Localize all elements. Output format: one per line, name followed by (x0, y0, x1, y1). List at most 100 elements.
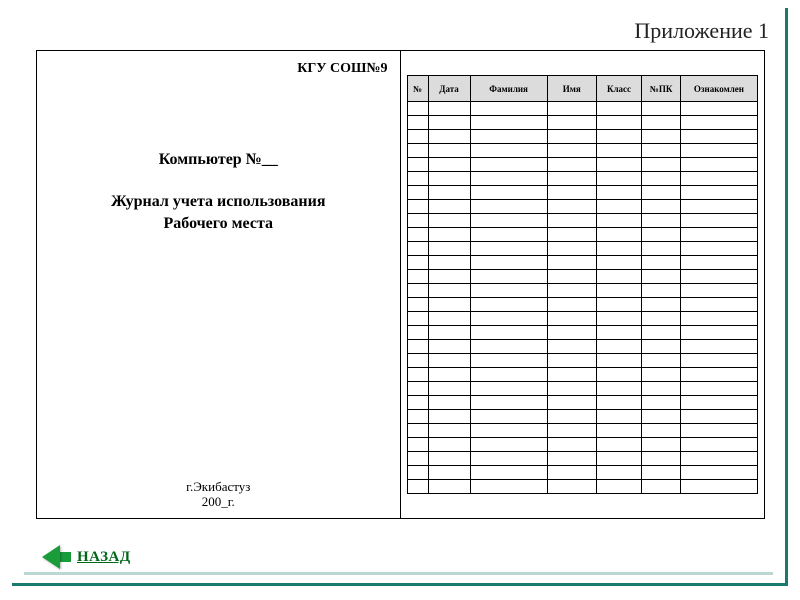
table-cell (642, 242, 681, 256)
table-cell (470, 410, 547, 424)
table-cell (470, 256, 547, 270)
table-cell (407, 270, 428, 284)
table-cell (596, 312, 642, 326)
table-cell (407, 284, 428, 298)
table-cell (407, 172, 428, 186)
table-cell (596, 298, 642, 312)
slide-frame: Приложение 1 КГУ СОШ№9 Компьютер №__ Жур… (12, 8, 788, 586)
table-cell (642, 130, 681, 144)
cover-title-block: Компьютер №__ Журнал учета использования… (37, 151, 400, 234)
table-cell (596, 256, 642, 270)
table-cell (680, 242, 757, 256)
table-cell (680, 312, 757, 326)
table-cell (596, 186, 642, 200)
table-cell (407, 298, 428, 312)
table-cell (680, 116, 757, 130)
table-cell (596, 368, 642, 382)
table-row (407, 424, 758, 438)
table-cell (428, 130, 470, 144)
table-cell (680, 410, 757, 424)
table-cell (642, 284, 681, 298)
table-cell (547, 158, 596, 172)
table-cell (680, 354, 757, 368)
table-cell (680, 256, 757, 270)
table-cell (642, 466, 681, 480)
table-cell (428, 270, 470, 284)
table-row (407, 284, 758, 298)
table-cell (642, 144, 681, 158)
table-cell (470, 270, 547, 284)
table-cell (596, 466, 642, 480)
table-cell (596, 172, 642, 186)
table-cell (642, 368, 681, 382)
table-cell (547, 340, 596, 354)
table-cell (642, 340, 681, 354)
table-cell (407, 130, 428, 144)
table-cell (680, 158, 757, 172)
table-cell (642, 256, 681, 270)
city-label: г.Экибастуз (37, 479, 400, 495)
table-cell (547, 396, 596, 410)
table-cell (547, 102, 596, 116)
table-cell (428, 186, 470, 200)
back-button[interactable]: НАЗАД (42, 545, 131, 569)
table-cell (680, 298, 757, 312)
table-cell (547, 130, 596, 144)
table-row (407, 242, 758, 256)
table-cell (547, 116, 596, 130)
table-cell (596, 340, 642, 354)
back-label: НАЗАД (77, 549, 131, 566)
table-cell (407, 354, 428, 368)
table-cell (680, 382, 757, 396)
table-cell (596, 214, 642, 228)
log-page: № Дата Фамилия Имя Класс №ПК Ознакомлен (401, 51, 765, 518)
table-row (407, 256, 758, 270)
table-row (407, 382, 758, 396)
table-cell (470, 424, 547, 438)
table-cell (407, 410, 428, 424)
table-cell (470, 116, 547, 130)
table-cell (428, 410, 470, 424)
table-cell (407, 312, 428, 326)
table-cell (428, 298, 470, 312)
table-cell (596, 354, 642, 368)
table-row (407, 354, 758, 368)
table-row (407, 200, 758, 214)
table-row (407, 410, 758, 424)
table-cell (470, 452, 547, 466)
table-cell (470, 368, 547, 382)
organization-name: КГУ СОШ№9 (47, 59, 390, 77)
table-cell (547, 368, 596, 382)
table-cell (680, 284, 757, 298)
table-row (407, 438, 758, 452)
table-cell (470, 326, 547, 340)
table-cell (642, 270, 681, 284)
table-row (407, 396, 758, 410)
table-row (407, 186, 758, 200)
table-row (407, 368, 758, 382)
header-date: Дата (428, 76, 470, 102)
table-cell (642, 424, 681, 438)
table-cell (547, 326, 596, 340)
table-cell (470, 130, 547, 144)
table-cell (596, 242, 642, 256)
table-cell (547, 172, 596, 186)
table-cell (547, 312, 596, 326)
table-cell (470, 340, 547, 354)
table-cell (428, 452, 470, 466)
table-cell (407, 326, 428, 340)
table-cell (596, 480, 642, 494)
table-row (407, 298, 758, 312)
table-cell (470, 158, 547, 172)
table-row (407, 480, 758, 494)
table-cell (428, 424, 470, 438)
table-cell (680, 340, 757, 354)
table-cell (470, 200, 547, 214)
log-table: № Дата Фамилия Имя Класс №ПК Ознакомлен (407, 75, 759, 494)
table-cell (428, 172, 470, 186)
table-cell (680, 228, 757, 242)
table-cell (547, 186, 596, 200)
table-cell (407, 480, 428, 494)
table-cell (596, 284, 642, 298)
table-cell (428, 284, 470, 298)
